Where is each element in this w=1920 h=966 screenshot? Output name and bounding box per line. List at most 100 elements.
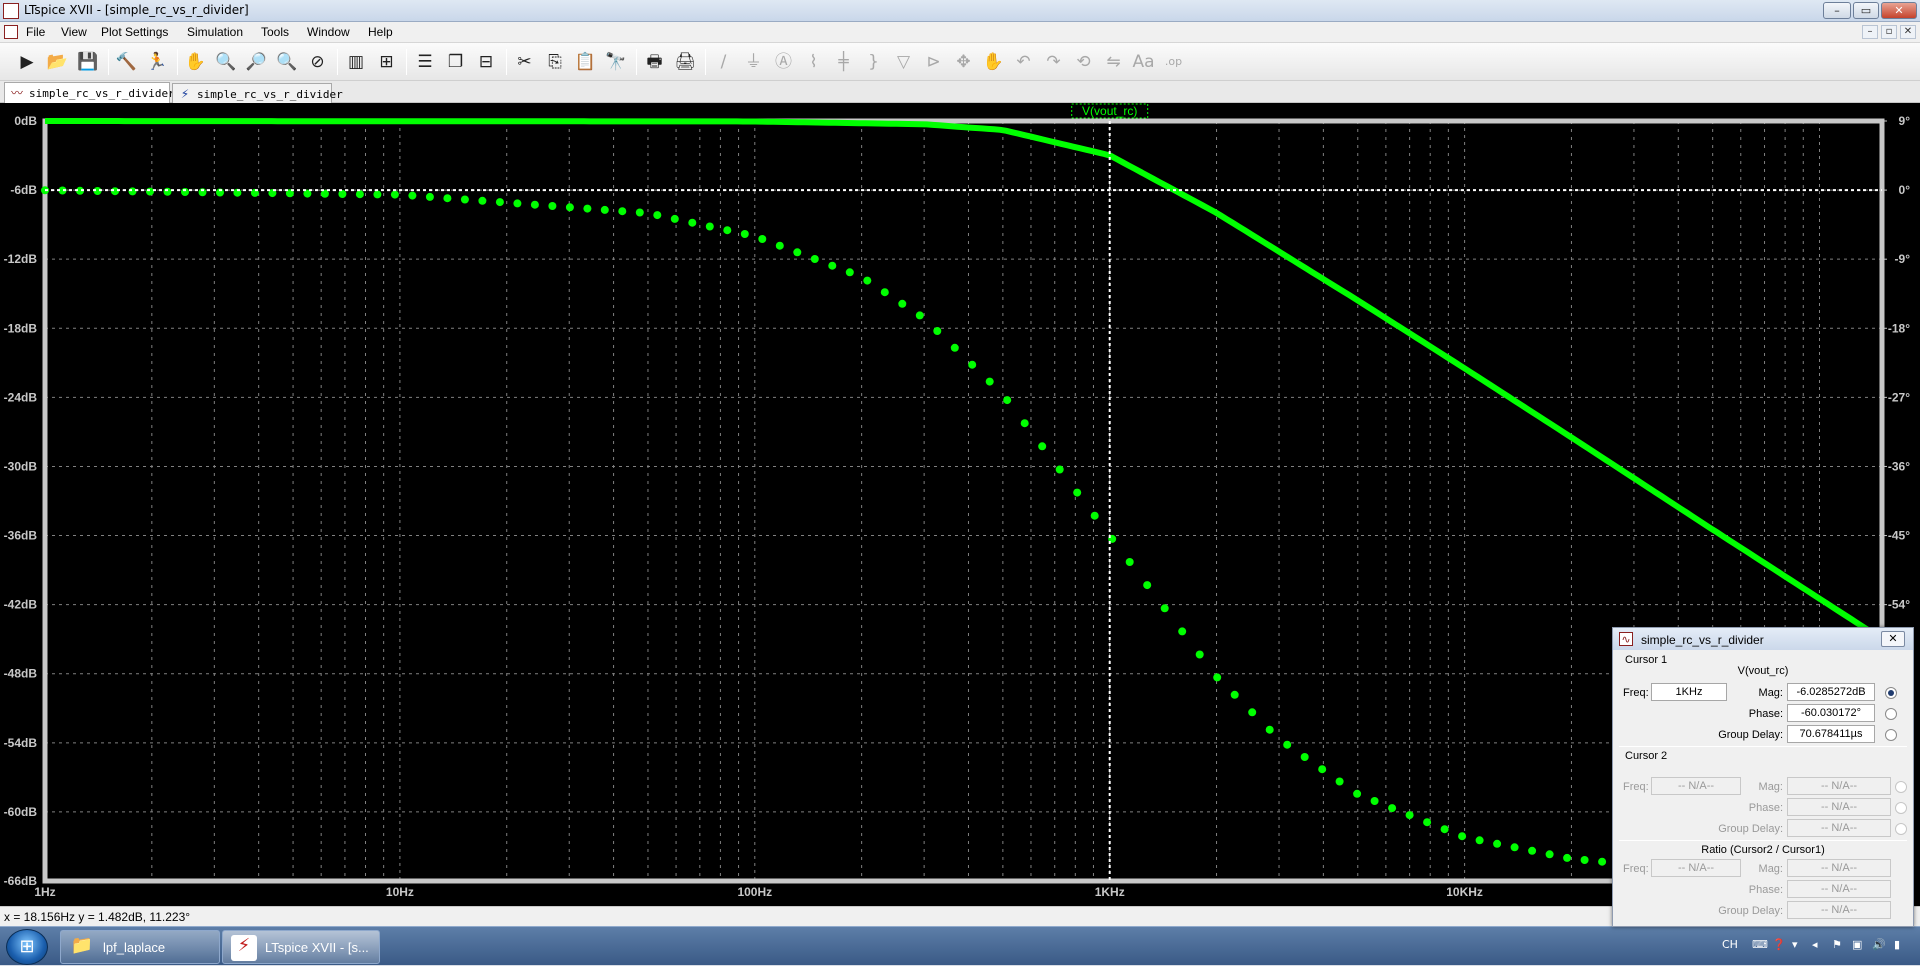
zoom-out-icon[interactable]: 🔍 <box>274 49 300 75</box>
arrow-icon[interactable]: ◂ <box>1812 938 1818 951</box>
paste-icon[interactable]: 📋 <box>573 49 599 75</box>
network-icon[interactable]: ▣ <box>1852 938 1862 951</box>
resistor-icon[interactable]: ⌇ <box>801 49 827 75</box>
cursor2-group-delay-label: Group Delay: <box>1718 823 1783 835</box>
mdi-restore-button[interactable]: ▫ <box>1881 25 1897 39</box>
save-icon[interactable]: 💾 <box>75 49 101 75</box>
tab-schematic[interactable]: ⚡ simple_rc_vs_r_divider <box>172 83 343 103</box>
language-indicator[interactable]: CH <box>1722 938 1738 951</box>
phase-trace-point <box>163 187 172 196</box>
document-icon[interactable] <box>4 25 18 39</box>
phase-trace-point <box>1038 442 1047 451</box>
phase-trace-point <box>425 192 434 201</box>
zoom-area-icon[interactable]: 🔎 <box>244 49 270 75</box>
minimize-button[interactable]: – <box>1823 2 1851 19</box>
spice-directive-icon[interactable]: .op <box>1161 49 1187 75</box>
zoom-in-icon[interactable]: 🔍 <box>213 49 239 75</box>
open-icon[interactable]: 📂 <box>45 49 71 75</box>
redo-icon[interactable]: ↷ <box>1041 49 1067 75</box>
trace-label[interactable]: V(vout_rc) <box>1082 104 1137 118</box>
flag-icon[interactable]: ⚑ <box>1832 938 1842 951</box>
cut-icon[interactable]: ✂ <box>512 49 538 75</box>
fit-icon[interactable]: ⊞ <box>374 49 400 75</box>
taskbar-item-folder[interactable]: 📁 lpf_laplace <box>60 930 220 964</box>
menu-view[interactable]: View <box>61 25 87 39</box>
print-icon[interactable]: 🖶 <box>642 49 668 75</box>
cursor1-phase-radio[interactable] <box>1885 708 1897 720</box>
phase-trace-point <box>111 187 119 196</box>
help-icon[interactable]: ❓ <box>1772 938 1786 951</box>
cursor1-freq-field[interactable]: 1KHz <box>1651 683 1727 701</box>
menu-file[interactable]: File <box>26 25 45 39</box>
tile-vertical-icon[interactable]: ⊟ <box>473 49 499 75</box>
print-setup-icon[interactable]: 🖨 <box>672 49 698 75</box>
toolbar-separator <box>176 49 178 75</box>
component-icon[interactable]: ⊳ <box>921 49 947 75</box>
diode-icon[interactable]: ▽ <box>891 49 917 75</box>
zoom-cancel-icon[interactable]: ⊘ <box>305 49 331 75</box>
phase-trace-point <box>548 202 557 210</box>
cursor1-group-delay-radio[interactable] <box>1885 729 1897 741</box>
rotate-icon[interactable]: ⟲ <box>1071 49 1097 75</box>
phase-trace-point <box>495 198 504 207</box>
tab-waveform[interactable]: 〰 simple_rc_vs_r_divider <box>4 82 175 103</box>
cursor1-group-delay-field[interactable]: 70.678411µs <box>1787 725 1875 743</box>
volume-icon[interactable]: 🔊 <box>1872 938 1886 951</box>
phase-trace-point <box>530 200 539 209</box>
mirror-icon[interactable]: ⇋ <box>1101 49 1127 75</box>
menu-plot-settings[interactable]: Plot Settings <box>101 25 168 39</box>
copy-icon[interactable]: ⎘ <box>542 49 568 75</box>
menu-help[interactable]: Help <box>368 25 393 39</box>
cursor1-mag-radio[interactable] <box>1885 687 1897 699</box>
menu-window[interactable]: Window <box>307 25 350 39</box>
clock-area[interactable]: ▮ <box>1894 938 1900 951</box>
ltspice-app-icon[interactable] <box>3 3 19 19</box>
close-button[interactable]: ✕ <box>1881 2 1917 19</box>
autorange-icon[interactable]: ▥ <box>343 49 369 75</box>
capacitor-icon[interactable]: ╪ <box>831 49 857 75</box>
cursor1-phase-field[interactable]: -60.030172° <box>1787 704 1875 722</box>
ratio-phase-field: -- N/A-- <box>1787 880 1891 898</box>
phase-trace-point <box>478 196 487 205</box>
run-icon[interactable]: ▶ <box>14 49 40 75</box>
tile-horizontal-icon[interactable]: ☰ <box>412 49 438 75</box>
run-stop-icon[interactable]: 🏃 <box>144 49 170 75</box>
menu-tools[interactable]: Tools <box>261 25 289 39</box>
taskbar-item-ltspice[interactable]: ⚡ LTspice XVII - [s... <box>222 930 380 964</box>
phase-tick-label: 0° <box>1899 183 1911 197</box>
menu-simulation[interactable]: Simulation <box>187 25 243 39</box>
input-method-icon[interactable]: ▾ <box>1792 938 1798 951</box>
find-icon[interactable]: 🔭 <box>603 49 629 75</box>
wire-icon[interactable]: / <box>711 49 737 75</box>
cursor2-phase-label: Phase: <box>1748 802 1783 814</box>
phase-trace-point <box>915 311 924 320</box>
cascade-icon[interactable]: ❐ <box>443 49 469 75</box>
inductor-icon[interactable]: } <box>861 49 887 75</box>
label-icon[interactable]: Ⓐ <box>771 49 797 75</box>
y-tick-label: -12dB <box>4 252 38 266</box>
keyboard-icon[interactable]: ⌨ <box>1752 938 1768 951</box>
mdi-close-button[interactable]: ✕ <box>1900 25 1916 39</box>
control-panel-icon[interactable]: 🔨 <box>114 49 140 75</box>
text-icon[interactable]: Aa <box>1131 49 1157 75</box>
move-icon[interactable]: ✥ <box>951 49 977 75</box>
phase-trace-point <box>1353 789 1362 798</box>
cursor1-trace: V(vout_rc) <box>1737 665 1789 677</box>
panel-close-button[interactable]: ✕ <box>1881 631 1905 647</box>
phase-trace-point <box>1283 740 1292 749</box>
panel-title-bar[interactable]: ∿ simple_rc_vs_r_divider ✕ <box>1613 628 1913 650</box>
ground-icon[interactable]: ⏚ <box>741 49 767 75</box>
schematic-tab-icon: ⚡ <box>180 87 190 101</box>
y-tick-label: -18dB <box>4 321 38 335</box>
undo-icon[interactable]: ↶ <box>1011 49 1037 75</box>
drag-icon[interactable]: ✋ <box>981 49 1007 75</box>
ratio-phase-label: Phase: <box>1748 884 1783 896</box>
cursor1-mag-field[interactable]: -6.0285272dB <box>1787 683 1875 701</box>
toolbar-separator <box>704 49 706 75</box>
ratio-group-delay-label: Group Delay: <box>1718 905 1783 917</box>
ratio-heading: Ratio (Cursor2 / Cursor1) <box>1701 844 1825 856</box>
mdi-minimize-button[interactable]: – <box>1862 25 1878 39</box>
maximize-button[interactable]: ▭ <box>1853 2 1879 19</box>
pan-icon[interactable]: ✋ <box>183 49 209 75</box>
start-button[interactable]: ⊞ <box>6 929 48 965</box>
